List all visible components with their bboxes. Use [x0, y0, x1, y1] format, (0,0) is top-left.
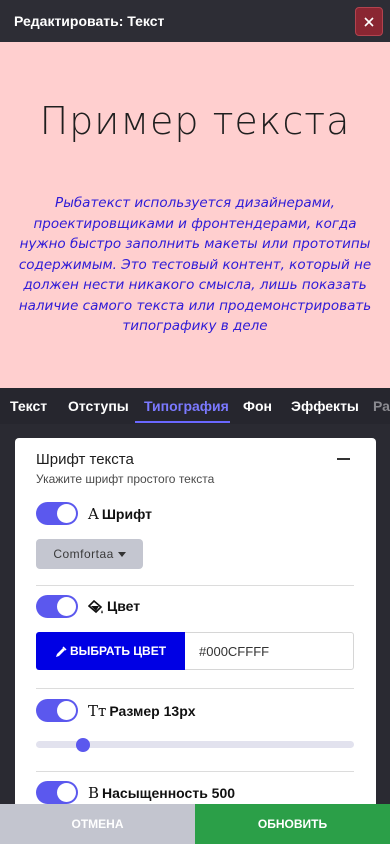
color-label: Цвет — [88, 598, 140, 615]
font-toggle[interactable] — [36, 502, 78, 525]
paint-bucket-icon — [88, 599, 103, 614]
section-title: Шрифт текста — [36, 451, 134, 468]
top-bar: Редактировать: Текст — [0, 0, 390, 42]
section-subtitle: Укажите шрифт простого текста — [36, 472, 215, 486]
preview-heading: Пример текста — [39, 99, 351, 143]
slider-thumb[interactable] — [76, 738, 90, 752]
weight-label: B Насыщенность 500 — [88, 784, 236, 802]
toggle-knob — [57, 701, 76, 720]
collapse-icon[interactable] — [337, 458, 350, 460]
divider — [36, 771, 354, 772]
preview-body-text: Рыбатекст используется дизайнерами, прое… — [18, 195, 372, 334]
tab-effects[interactable]: Эффекты — [291, 398, 359, 414]
tab-more[interactable]: Ра — [373, 398, 390, 414]
tab-bar: Текст Отступы Типография Фон Эффекты Ра — [0, 388, 390, 424]
tab-text[interactable]: Текст — [10, 398, 47, 414]
divider — [36, 688, 354, 689]
toggle-knob — [57, 504, 76, 523]
text-size-icon: Tт — [88, 702, 107, 720]
cancel-button[interactable]: ОТМЕНА — [0, 804, 195, 844]
active-tab-indicator — [135, 421, 230, 423]
page-title: Редактировать: Текст — [14, 13, 165, 29]
size-toggle[interactable] — [36, 699, 78, 722]
divider — [36, 585, 354, 586]
toggle-knob — [57, 783, 76, 802]
close-icon — [364, 16, 374, 27]
text-preview: Пример текста Рыбатекст используется диз… — [0, 42, 390, 388]
toggle-knob — [57, 597, 76, 616]
close-button[interactable] — [355, 7, 383, 36]
pick-color-button[interactable]: ВЫБРАТЬ ЦВЕТ — [36, 632, 185, 670]
tab-typography[interactable]: Типография — [144, 398, 229, 414]
size-label: Tт Размер 13px — [88, 702, 196, 720]
tab-background[interactable]: Фон — [243, 398, 272, 414]
color-toggle[interactable] — [36, 595, 78, 618]
font-label: A Шрифт — [88, 505, 152, 523]
weight-toggle[interactable] — [36, 781, 78, 804]
typography-card — [15, 438, 376, 818]
font-icon: A — [88, 505, 99, 523]
color-hex-input[interactable] — [185, 632, 354, 670]
font-family-select[interactable]: Comfortaa — [36, 539, 143, 569]
bold-icon: B — [88, 784, 100, 802]
eyedropper-icon — [55, 646, 67, 657]
caret-down-icon — [117, 551, 126, 557]
update-button[interactable]: ОБНОВИТЬ — [195, 804, 390, 844]
tab-spacing[interactable]: Отступы — [68, 398, 129, 414]
